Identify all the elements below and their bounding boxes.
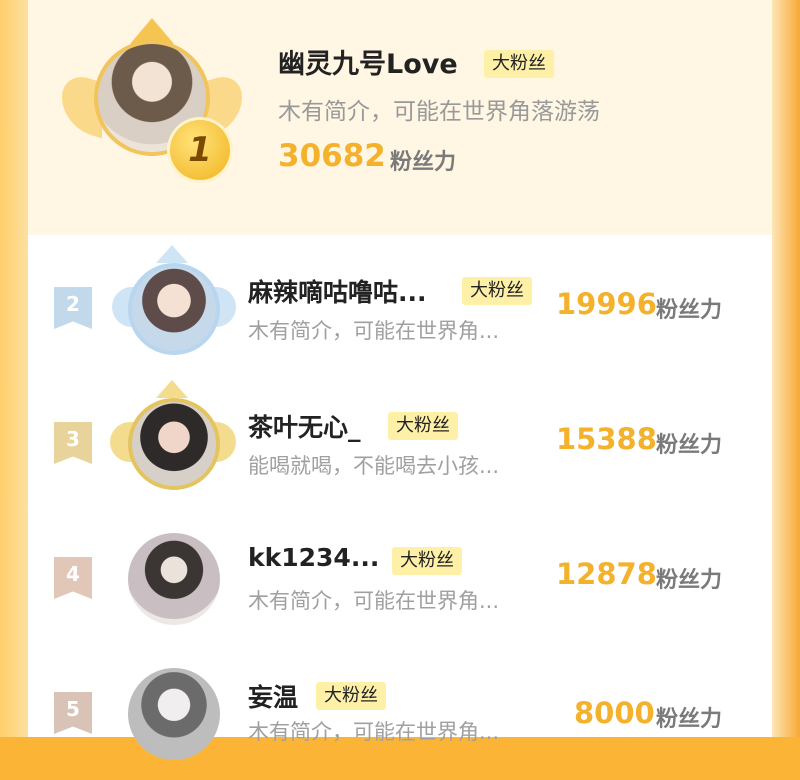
fan-score: 15388 [556, 422, 657, 456]
list-item[interactable]: 5 妄温 大粉丝 木有简介，可能在世界角... 8000 粉丝力 [0, 650, 800, 780]
fan-level-badge: 大粉丝 [484, 50, 554, 78]
top-fan-score: 30682 [278, 138, 386, 174]
avatar[interactable] [128, 398, 220, 490]
crown-icon [156, 245, 188, 263]
rank-medal-1: 1 [170, 120, 230, 180]
top-fan-bio: 木有简介，可能在世界角落游荡 [278, 99, 600, 125]
fan-level-badge: 大粉丝 [392, 547, 462, 575]
fan-level-badge: 大粉丝 [316, 682, 386, 710]
fan-name[interactable]: kk1234... [248, 543, 379, 572]
fan-name[interactable]: 茶叶无心_ [248, 408, 361, 444]
fan-bio: 木有简介，可能在世界角... [248, 319, 500, 343]
top-avatar-group[interactable]: 1 [62, 18, 242, 186]
score-unit: 粉丝力 [656, 298, 723, 323]
list-item[interactable]: 4 kk1234... 大粉丝 木有简介，可能在世界角... 12878 粉丝力 [0, 515, 800, 645]
fan-score: 8000 [574, 696, 655, 730]
top-fan-name[interactable]: 幽灵九号Love [278, 42, 458, 81]
avatar[interactable] [128, 533, 220, 625]
fan-name[interactable]: 妄温 [248, 678, 298, 714]
list-item[interactable]: 3 茶叶无心_ 大粉丝 能喝就喝，不能喝去小孩... 15388 粉丝力 [0, 380, 800, 510]
fan-bio: 木有简介，可能在世界角... [248, 589, 500, 613]
fan-bio: 木有简介，可能在世界角... [248, 720, 500, 744]
score-unit: 粉丝力 [656, 568, 723, 593]
fan-bio: 能喝就喝，不能喝去小孩... [248, 454, 500, 478]
rank-ribbon: 3 [54, 422, 92, 464]
fan-level-badge: 大粉丝 [388, 412, 458, 440]
score-unit: 粉丝力 [656, 707, 723, 732]
rank-ribbon: 4 [54, 557, 92, 599]
rank-ribbon: 2 [54, 287, 92, 329]
score-unit: 粉丝力 [390, 150, 457, 175]
list-item[interactable]: 2 麻辣嘀咕噜咕... 大粉丝 木有简介，可能在世界角... 19996 粉丝力 [0, 245, 800, 375]
fan-score: 19996 [556, 287, 657, 321]
avatar[interactable] [128, 668, 220, 760]
rank-ribbon: 5 [54, 692, 92, 734]
fan-score: 12878 [556, 557, 657, 591]
fan-level-badge: 大粉丝 [462, 277, 532, 305]
score-unit: 粉丝力 [656, 433, 723, 458]
fan-name[interactable]: 麻辣嘀咕噜咕... [248, 273, 427, 309]
crown-icon [156, 380, 188, 398]
avatar[interactable] [128, 263, 220, 355]
